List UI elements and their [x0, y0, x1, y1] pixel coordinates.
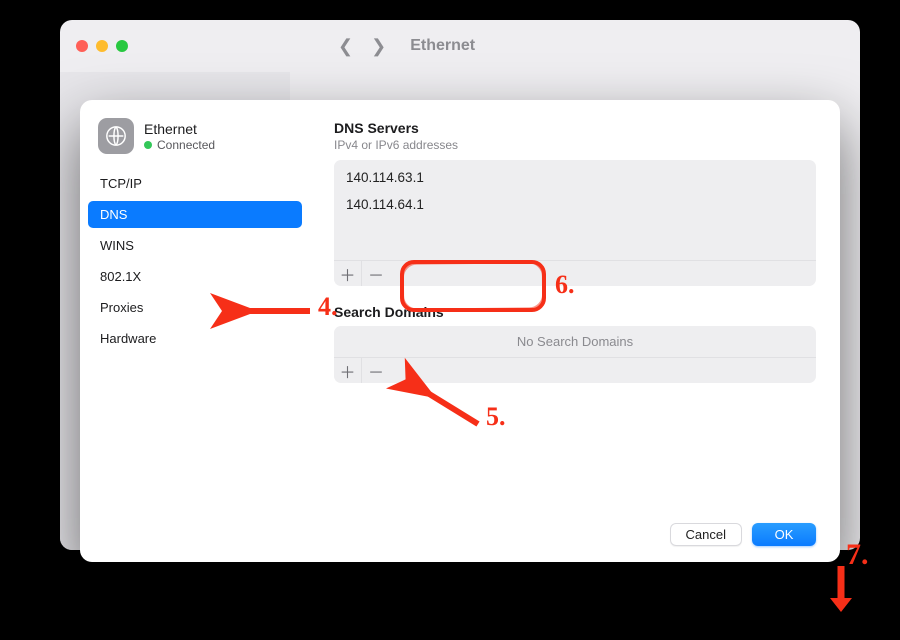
connection-name: Ethernet [144, 121, 215, 137]
dns-servers-list[interactable]: 140.114.63.1140.114.64.1 ＋ － [334, 160, 816, 286]
search-domains-list[interactable]: No Search Domains ＋ － [334, 326, 816, 383]
minimize-window-button[interactable] [96, 40, 108, 52]
cancel-button[interactable]: Cancel [670, 523, 742, 546]
close-window-button[interactable] [76, 40, 88, 52]
dns-servers-subheading: IPv4 or IPv6 addresses [334, 138, 816, 152]
dns-add-button[interactable]: ＋ [334, 261, 362, 286]
zoom-window-button[interactable] [116, 40, 128, 52]
tab-tcpip[interactable]: TCP/IP [80, 170, 310, 197]
dns-server-row[interactable]: 140.114.64.1 [334, 191, 816, 218]
dns-servers-heading: DNS Servers [334, 120, 816, 136]
connection-header: Ethernet Connected [80, 118, 310, 168]
sheet-tab-list: TCP/IP DNS WINS 802.1X Proxies Hardware [80, 168, 310, 356]
dns-server-row[interactable]: 140.114.63.1 [334, 164, 816, 191]
search-domain-add-button[interactable]: ＋ [334, 358, 362, 383]
tab-wins[interactable]: WINS [80, 232, 310, 259]
tab-proxies[interactable]: Proxies [80, 294, 310, 321]
ethernet-advanced-sheet: Ethernet Connected TCP/IP DNS WINS 802.1X Pr… [80, 100, 840, 562]
tab-dns[interactable]: DNS [88, 201, 302, 228]
search-domains-empty: No Search Domains [334, 326, 816, 357]
ok-button[interactable]: OK [752, 523, 816, 546]
status-dot-icon [144, 141, 152, 149]
nav-forward-button[interactable]: ❯ [371, 36, 386, 57]
window-traffic-lights [76, 40, 128, 52]
search-domains-heading: Search Domains [334, 304, 816, 320]
dns-remove-button[interactable]: － [362, 261, 390, 286]
window-toolbar: ❮ ❯ Ethernet [60, 20, 860, 72]
tab-hardware[interactable]: Hardware [80, 325, 310, 352]
tab-8021x[interactable]: 802.1X [80, 263, 310, 290]
connection-status: Connected [144, 138, 215, 152]
sheet-sidebar: Ethernet Connected TCP/IP DNS WINS 802.1X Pr… [80, 100, 310, 562]
annotation-arrow-7 [826, 562, 856, 619]
search-domain-remove-button[interactable]: － [362, 358, 390, 383]
window-title: Ethernet [410, 37, 475, 55]
ethernet-icon [98, 118, 134, 154]
nav-back-button[interactable]: ❮ [338, 36, 353, 57]
